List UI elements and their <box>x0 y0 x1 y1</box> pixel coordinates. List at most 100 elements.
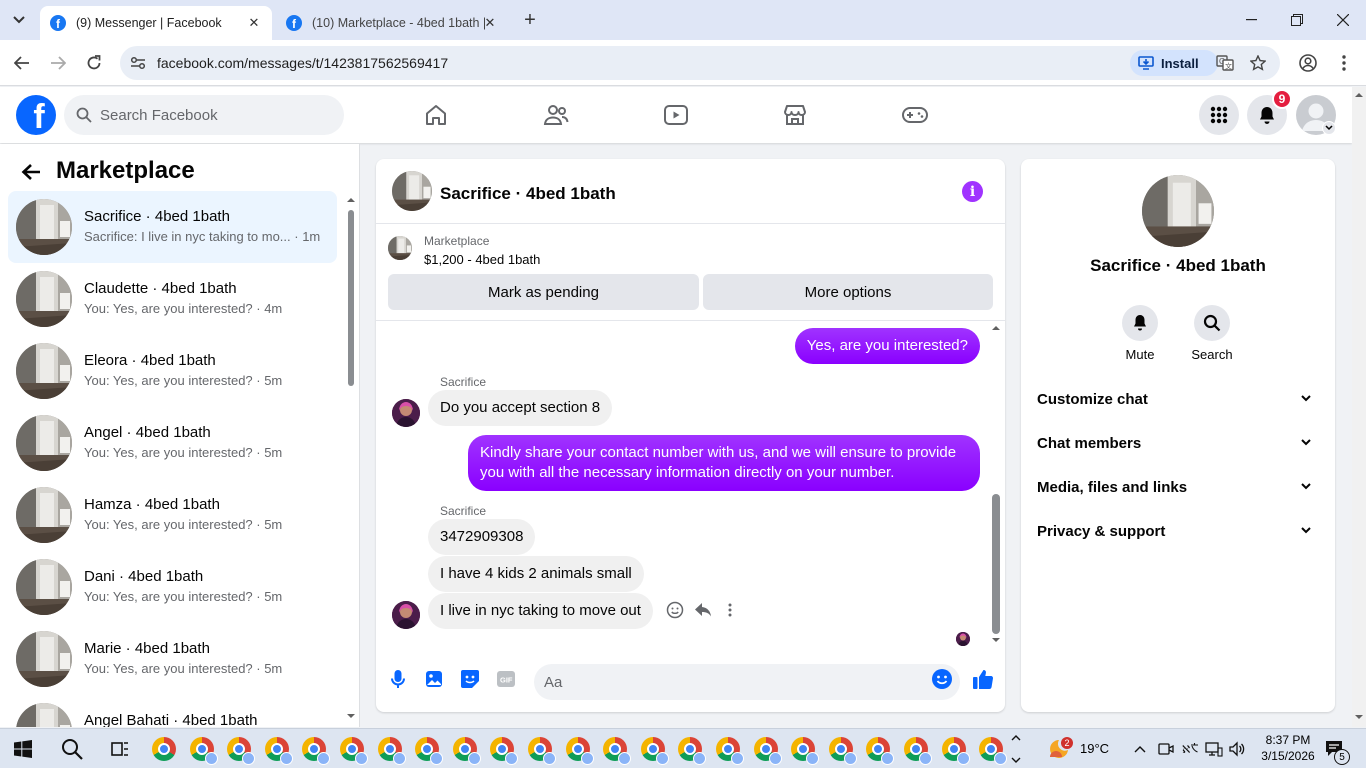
forward-button[interactable] <box>46 51 70 75</box>
gif-icon[interactable]: GIF <box>495 668 517 690</box>
conversation-item[interactable]: Claudette · 4bed 1bath You: Yes, are you … <box>8 263 337 335</box>
chrome-taskbar-icon[interactable] <box>866 737 895 765</box>
chrome-taskbar-icon[interactable] <box>227 737 256 765</box>
gaming-nav-icon[interactable] <box>899 99 931 131</box>
chrome-taskbar-icon[interactable] <box>603 737 632 765</box>
reload-button[interactable] <box>82 51 106 75</box>
video-nav-icon[interactable] <box>660 99 692 131</box>
browser-menu-button[interactable] <box>1332 51 1356 75</box>
meet-now-icon[interactable] <box>1157 740 1175 758</box>
minimize-button[interactable] <box>1228 0 1274 40</box>
chat-members-row[interactable]: Chat members <box>1037 435 1319 459</box>
media-files-links-row[interactable]: Media, files and links <box>1037 479 1319 503</box>
thumbs-up-icon[interactable] <box>972 668 994 690</box>
listing-price-title[interactable]: $1,200 - 4bed 1bath <box>424 252 540 267</box>
menu-grid-button[interactable] <box>1199 95 1239 135</box>
chrome-taskbar-icon[interactable] <box>716 737 744 765</box>
outgoing-message[interactable]: Kindly share your contact number with us… <box>468 435 980 491</box>
chrome-taskbar-icon[interactable] <box>791 737 820 765</box>
conversation-item[interactable]: Angel · 4bed 1bath You: Yes, are you inte… <box>8 407 337 479</box>
home-nav-icon[interactable] <box>420 99 452 131</box>
chrome-taskbar-icon[interactable] <box>828 737 857 765</box>
chrome-taskbar-icon[interactable] <box>640 737 669 765</box>
facebook-logo[interactable]: f <box>16 95 56 135</box>
back-arrow-button[interactable] <box>18 160 44 184</box>
weather-temperature[interactable]: 19°C <box>1080 741 1109 756</box>
back-button[interactable] <box>10 51 34 75</box>
site-info-icon[interactable] <box>128 53 148 73</box>
system-clock[interactable]: 8:37 PM 3/15/2026 <box>1256 732 1320 764</box>
incoming-message[interactable]: I have 4 kids 2 animals small <box>428 556 644 592</box>
chrome-taskbar-icon[interactable] <box>528 737 556 765</box>
incoming-message[interactable]: I live in nyc taking to move out <box>428 593 653 629</box>
search-action[interactable]: Search <box>1182 305 1242 362</box>
microphone-icon[interactable] <box>387 668 409 690</box>
friends-nav-icon[interactable] <box>540 99 572 131</box>
facebook-search-box[interactable]: Search Facebook <box>64 95 344 135</box>
privacy-support-row[interactable]: Privacy & support <box>1037 523 1319 547</box>
chrome-taskbar-icon[interactable] <box>302 737 331 765</box>
show-hidden-icons-icon[interactable] <box>1133 739 1149 759</box>
conversation-item[interactable]: Marie · 4bed 1bath You: Yes, are you inte… <box>8 623 337 695</box>
network-icon[interactable] <box>1205 740 1223 758</box>
message-input[interactable] <box>534 664 960 700</box>
search-icon[interactable] <box>60 737 84 761</box>
conversation-item[interactable]: Hamza · 4bed 1bath You: Yes, are you inte… <box>8 479 337 551</box>
bookmark-star-icon[interactable] <box>1248 53 1268 73</box>
page-scrollbar[interactable] <box>1352 87 1366 727</box>
emoji-icon[interactable] <box>931 668 953 690</box>
message-scrollbar[interactable] <box>990 322 1002 652</box>
photo-icon[interactable] <box>423 668 445 690</box>
url-text[interactable]: facebook.com/messages/t/1423817562569417 <box>157 55 448 71</box>
chrome-taskbar-icon[interactable] <box>264 737 293 765</box>
react-emoji-icon[interactable] <box>666 601 684 619</box>
chrome-taskbar-icon[interactable] <box>377 737 406 765</box>
contact-name[interactable]: Sacrifice · 4bed 1bath <box>1021 256 1335 276</box>
incoming-message[interactable]: Do you accept section 8 <box>428 390 613 426</box>
chrome-taskbar-icon[interactable] <box>753 737 782 765</box>
chrome-taskbar-icon[interactable] <box>340 737 368 765</box>
marketplace-nav-icon[interactable] <box>779 99 811 131</box>
sender-avatar[interactable] <box>392 399 420 427</box>
conversation-item[interactable]: Angel Bahati · 4bed 1bath <box>8 695 337 727</box>
close-window-button[interactable] <box>1320 0 1366 40</box>
outgoing-message[interactable]: Yes, are you interested? <box>794 328 980 364</box>
chrome-taskbar-icon[interactable] <box>189 737 218 765</box>
restore-button[interactable] <box>1274 0 1320 40</box>
chrome-taskbar-icon[interactable] <box>565 737 594 765</box>
contact-avatar-large[interactable] <box>1142 175 1214 247</box>
chrome-taskbar-icon[interactable] <box>678 737 707 765</box>
tab-messenger[interactable]: f (9) Messenger | Facebook ✕ <box>40 6 272 40</box>
language-icon[interactable]: ℵ <box>1181 740 1199 758</box>
sender-avatar[interactable] <box>392 601 420 629</box>
listing-thumbnail[interactable] <box>388 236 412 260</box>
translate-icon[interactable]: G文 <box>1215 53 1235 73</box>
conversation-item[interactable]: Sacrifice · 4bed 1bath Sacrifice: I live … <box>8 191 337 263</box>
tab-marketplace[interactable]: f (10) Marketplace - 4bed 1bath | ✕ <box>276 6 508 40</box>
contact-avatar[interactable] <box>392 171 432 211</box>
windows-start-icon[interactable] <box>14 740 32 758</box>
new-tab-button[interactable]: + <box>518 8 542 32</box>
reply-icon[interactable] <box>694 602 712 618</box>
message-more-icon[interactable] <box>728 603 734 619</box>
sidebar-scrollbar[interactable] <box>345 194 357 727</box>
chrome-taskbar-icon[interactable] <box>904 737 932 765</box>
install-app-button[interactable]: Install <box>1130 50 1218 76</box>
conversation-item[interactable]: Dani · 4bed 1bath You: Yes, are you inter… <box>8 551 337 623</box>
tab-search-button[interactable] <box>6 8 32 32</box>
more-options-button[interactable]: More options <box>703 274 993 310</box>
volume-icon[interactable] <box>1228 740 1246 758</box>
chrome-taskbar-icon[interactable] <box>941 737 970 765</box>
close-tab-icon[interactable]: ✕ <box>480 13 500 33</box>
account-chevron-icon[interactable] <box>1322 121 1336 135</box>
profile-button[interactable] <box>1296 51 1320 75</box>
close-tab-icon[interactable]: ✕ <box>244 13 264 33</box>
mute-action[interactable]: Mute <box>1110 305 1170 362</box>
chrome-taskbar-icon[interactable] <box>979 737 1008 765</box>
sticker-icon[interactable] <box>459 668 481 690</box>
chrome-taskbar-icon[interactable] <box>152 737 176 761</box>
customize-chat-row[interactable]: Customize chat <box>1037 391 1319 415</box>
taskbar-scroll-arrows[interactable] <box>1010 731 1022 767</box>
conversation-item[interactable]: Eleora · 4bed 1bath You: Yes, are you int… <box>8 335 337 407</box>
chrome-taskbar-icon[interactable] <box>490 737 519 765</box>
